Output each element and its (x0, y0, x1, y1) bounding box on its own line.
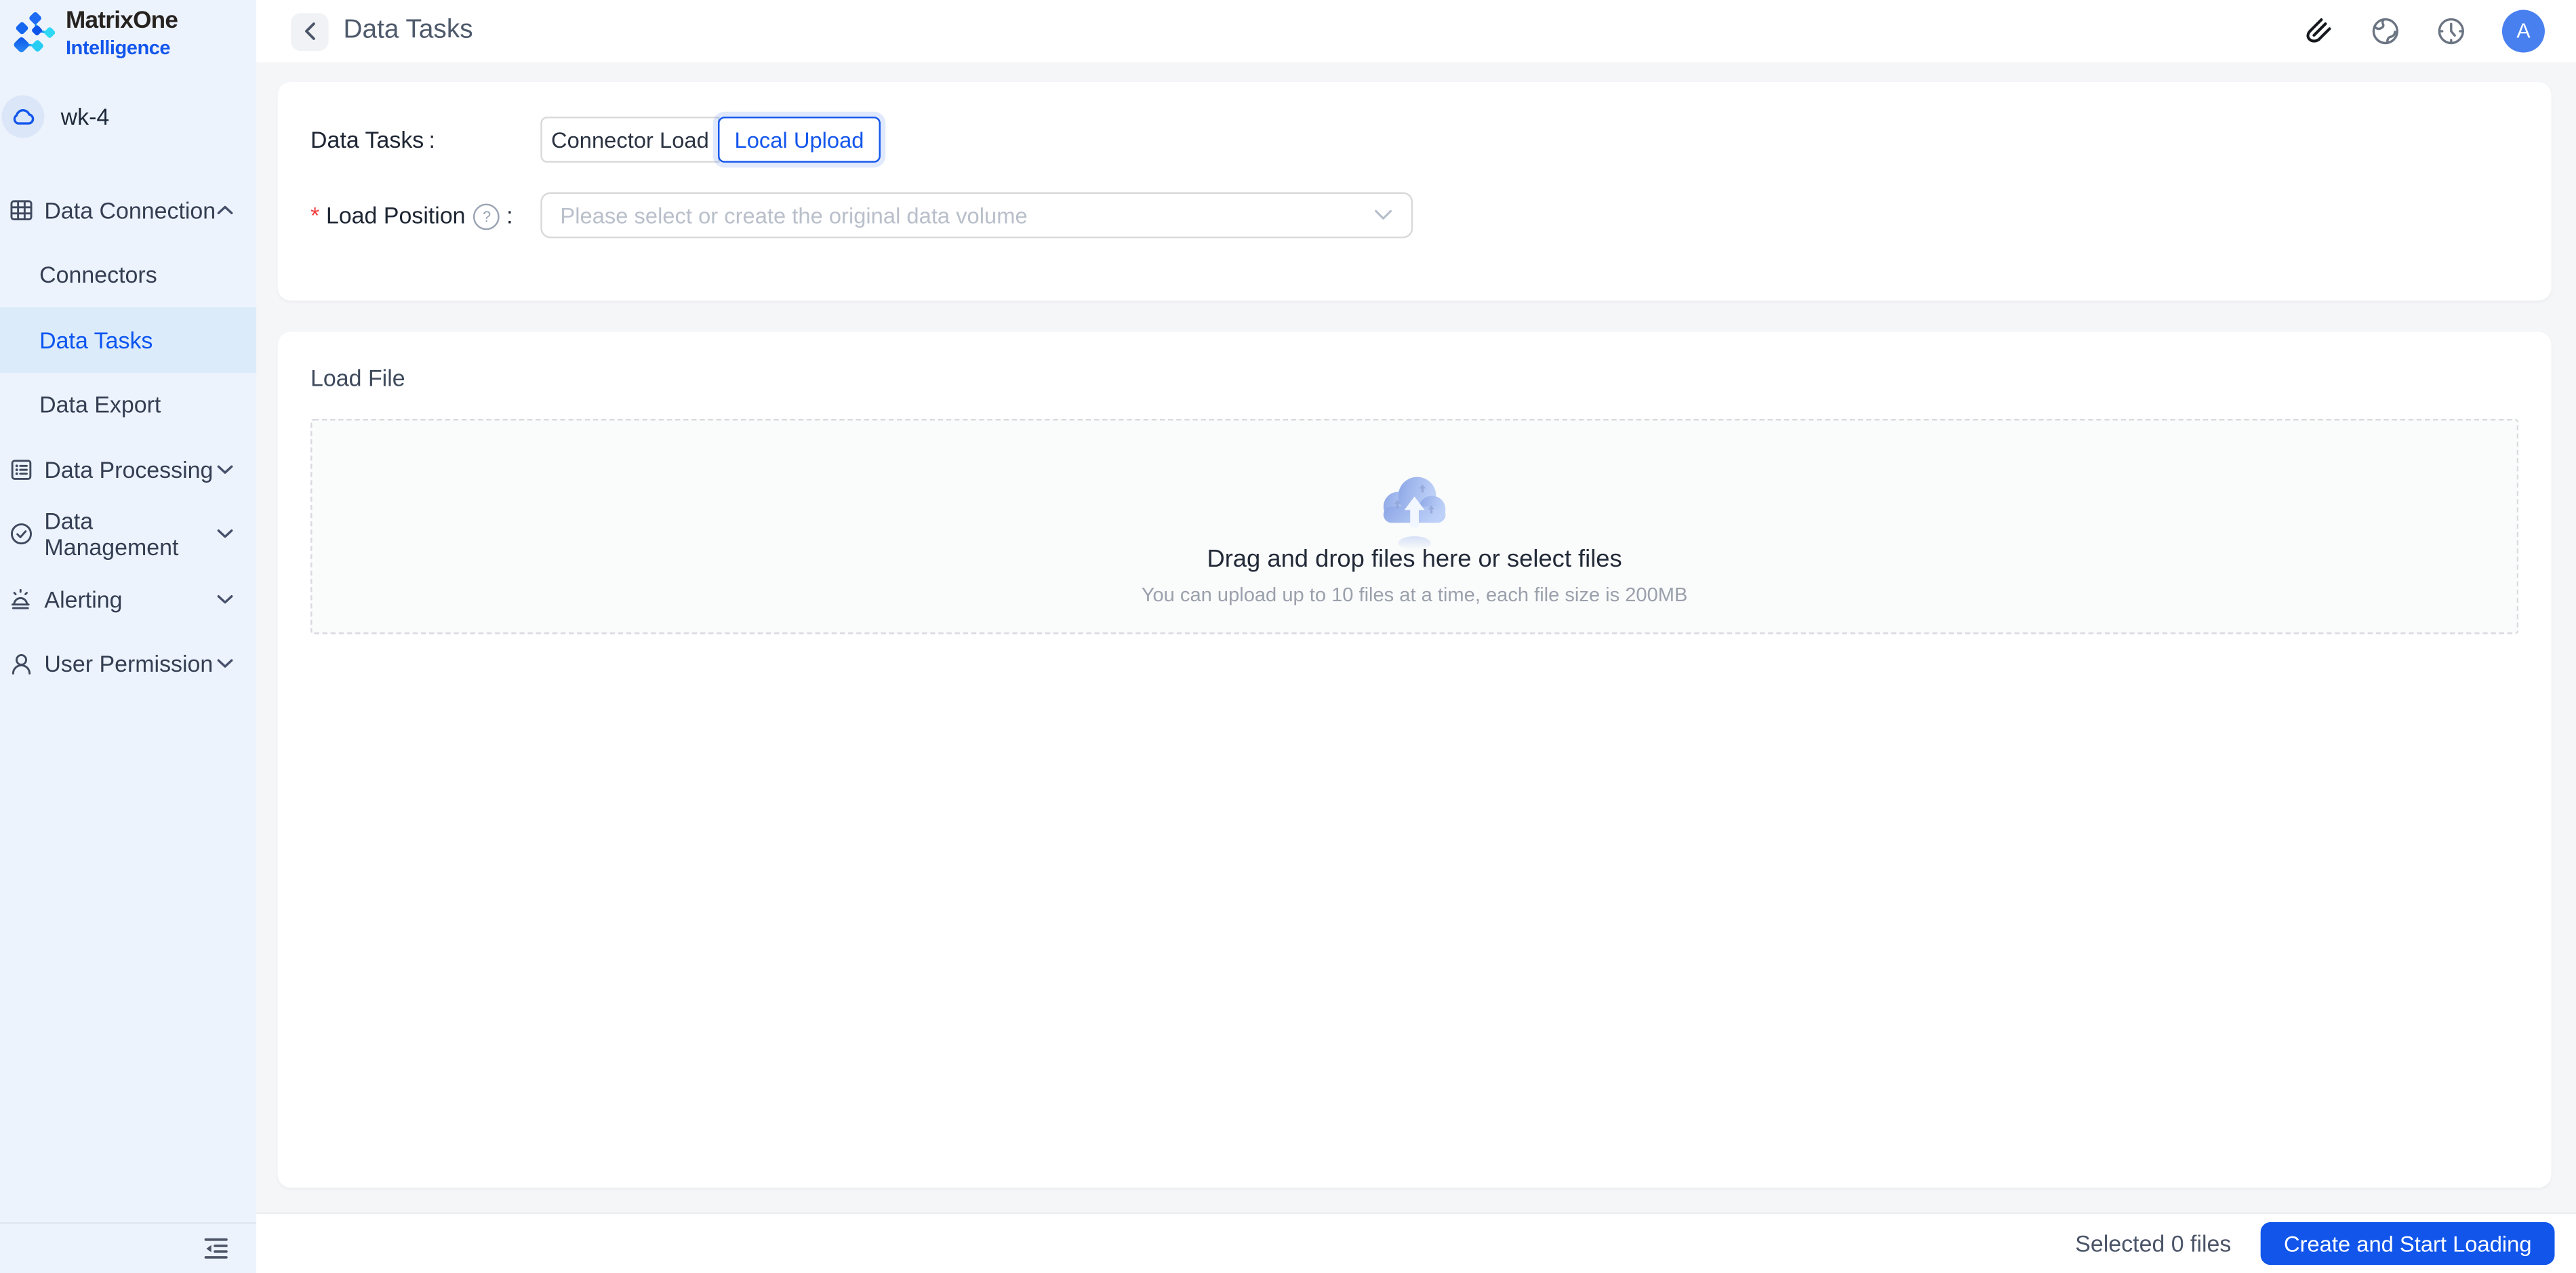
workspace-selector[interactable]: wk-4 (0, 95, 256, 138)
load-position-row: * Load Position ? : Please select or cre… (310, 192, 2518, 239)
help-icon[interactable]: ? (473, 203, 500, 230)
chevron-down-icon (217, 594, 233, 605)
user-icon (8, 652, 33, 676)
dropzone-hint: You can upload up to 10 files at a time,… (1141, 582, 1688, 606)
avatar[interactable]: A (2501, 9, 2545, 53)
required-asterisk: * (310, 202, 320, 228)
sidebar-item-label: Connectors (39, 261, 157, 288)
chevron-down-icon (217, 659, 233, 669)
task-type-toggle: Connector Load Local Upload (540, 117, 881, 163)
chevron-down-icon (1373, 209, 1393, 222)
app-root: MatrixOne Intelligence wk-4 Data Connect… (0, 0, 2576, 1273)
load-file-title: Load File (310, 365, 405, 391)
sidebar-item-label: User Permission (44, 651, 214, 678)
paperclip-icon[interactable] (2301, 15, 2334, 47)
sidebar-menu: Data Connection Connectors Data Tasks Da… (0, 178, 257, 697)
task-config-card: Data Tasks: Connector Load Local Upload … (277, 82, 2552, 301)
sidebar-item-data-connection[interactable]: Data Connection (0, 178, 256, 243)
back-button[interactable] (290, 12, 329, 50)
select-placeholder: Please select or create the original dat… (560, 203, 1028, 228)
upload-cloud-icon (1383, 476, 1446, 549)
check-circle-icon (8, 522, 33, 546)
chevron-up-icon (217, 205, 233, 215)
sidebar-footer (0, 1222, 257, 1273)
globe-icon[interactable] (2371, 16, 2400, 46)
sidebar-item-data-processing[interactable]: Data Processing (0, 437, 256, 502)
sidebar-item-data-export[interactable]: Data Export (0, 372, 256, 437)
sidebar-item-label: Alerting (44, 586, 123, 613)
table-grid-icon (8, 197, 33, 222)
sidebar-item-label: Data Tasks (39, 326, 153, 353)
top-bar: Data Tasks A (256, 0, 2576, 63)
local-upload-button[interactable]: Local Upload (718, 117, 881, 163)
clock-icon[interactable] (2436, 16, 2466, 46)
file-dropzone[interactable]: Drag and drop files here or select files… (310, 418, 2519, 634)
list-doc-icon (8, 457, 33, 481)
alert-siren-icon (8, 587, 33, 611)
brand-subtitle: Intelligence (65, 35, 171, 59)
sidebar-item-data-tasks[interactable]: Data Tasks (0, 307, 257, 372)
sidebar-item-label: Data Connection (44, 197, 216, 223)
chevron-down-icon (217, 529, 233, 540)
page-title: Data Tasks (343, 16, 473, 45)
avatar-initial: A (2516, 20, 2531, 43)
sidebar-item-alerting[interactable]: Alerting (0, 567, 256, 632)
sidebar-item-label: Data Export (39, 391, 161, 418)
connector-load-button[interactable]: Connector Load (540, 117, 720, 163)
dropzone-title: Drag and drop files here or select files (1207, 544, 1622, 573)
workspace-name: wk-4 (60, 103, 110, 130)
action-footer: Selected 0 files Create and Start Loadin… (256, 1212, 2576, 1273)
brand-name: MatrixOne (65, 8, 178, 35)
load-file-card: Load File Drag and drop files here or se… (277, 331, 2552, 1188)
data-tasks-row: Data Tasks: Connector Load Local Upload (310, 117, 2518, 163)
sidebar-item-connectors[interactable]: Connectors (0, 242, 256, 307)
create-start-loading-button[interactable]: Create and Start Loading (2261, 1222, 2555, 1266)
matrixone-logo-icon (14, 12, 56, 53)
load-position-select[interactable]: Please select or create the original dat… (540, 192, 1413, 239)
main-content: Data Tasks: Connector Load Local Upload … (256, 62, 2576, 1213)
selected-files-count: Selected 0 files (2075, 1230, 2232, 1257)
sidebar-item-data-management[interactable]: Data Management (0, 502, 256, 567)
sidebar-item-label: Data Management (44, 508, 179, 561)
data-tasks-label: Data Tasks: (310, 126, 435, 153)
collapse-sidebar-icon[interactable] (204, 1237, 228, 1260)
brand-logo: MatrixOne Intelligence (13, 10, 256, 66)
top-bar-actions: A (2301, 9, 2545, 53)
workspace-cloud-icon (1, 95, 45, 138)
sidebar-item-user-permission[interactable]: User Permission (0, 632, 256, 697)
load-position-label: * Load Position ? : (310, 202, 513, 230)
chevron-down-icon (217, 464, 233, 474)
sidebar-item-label: Data Processing (44, 456, 214, 483)
sidebar: MatrixOne Intelligence wk-4 Data Connect… (0, 0, 257, 1273)
